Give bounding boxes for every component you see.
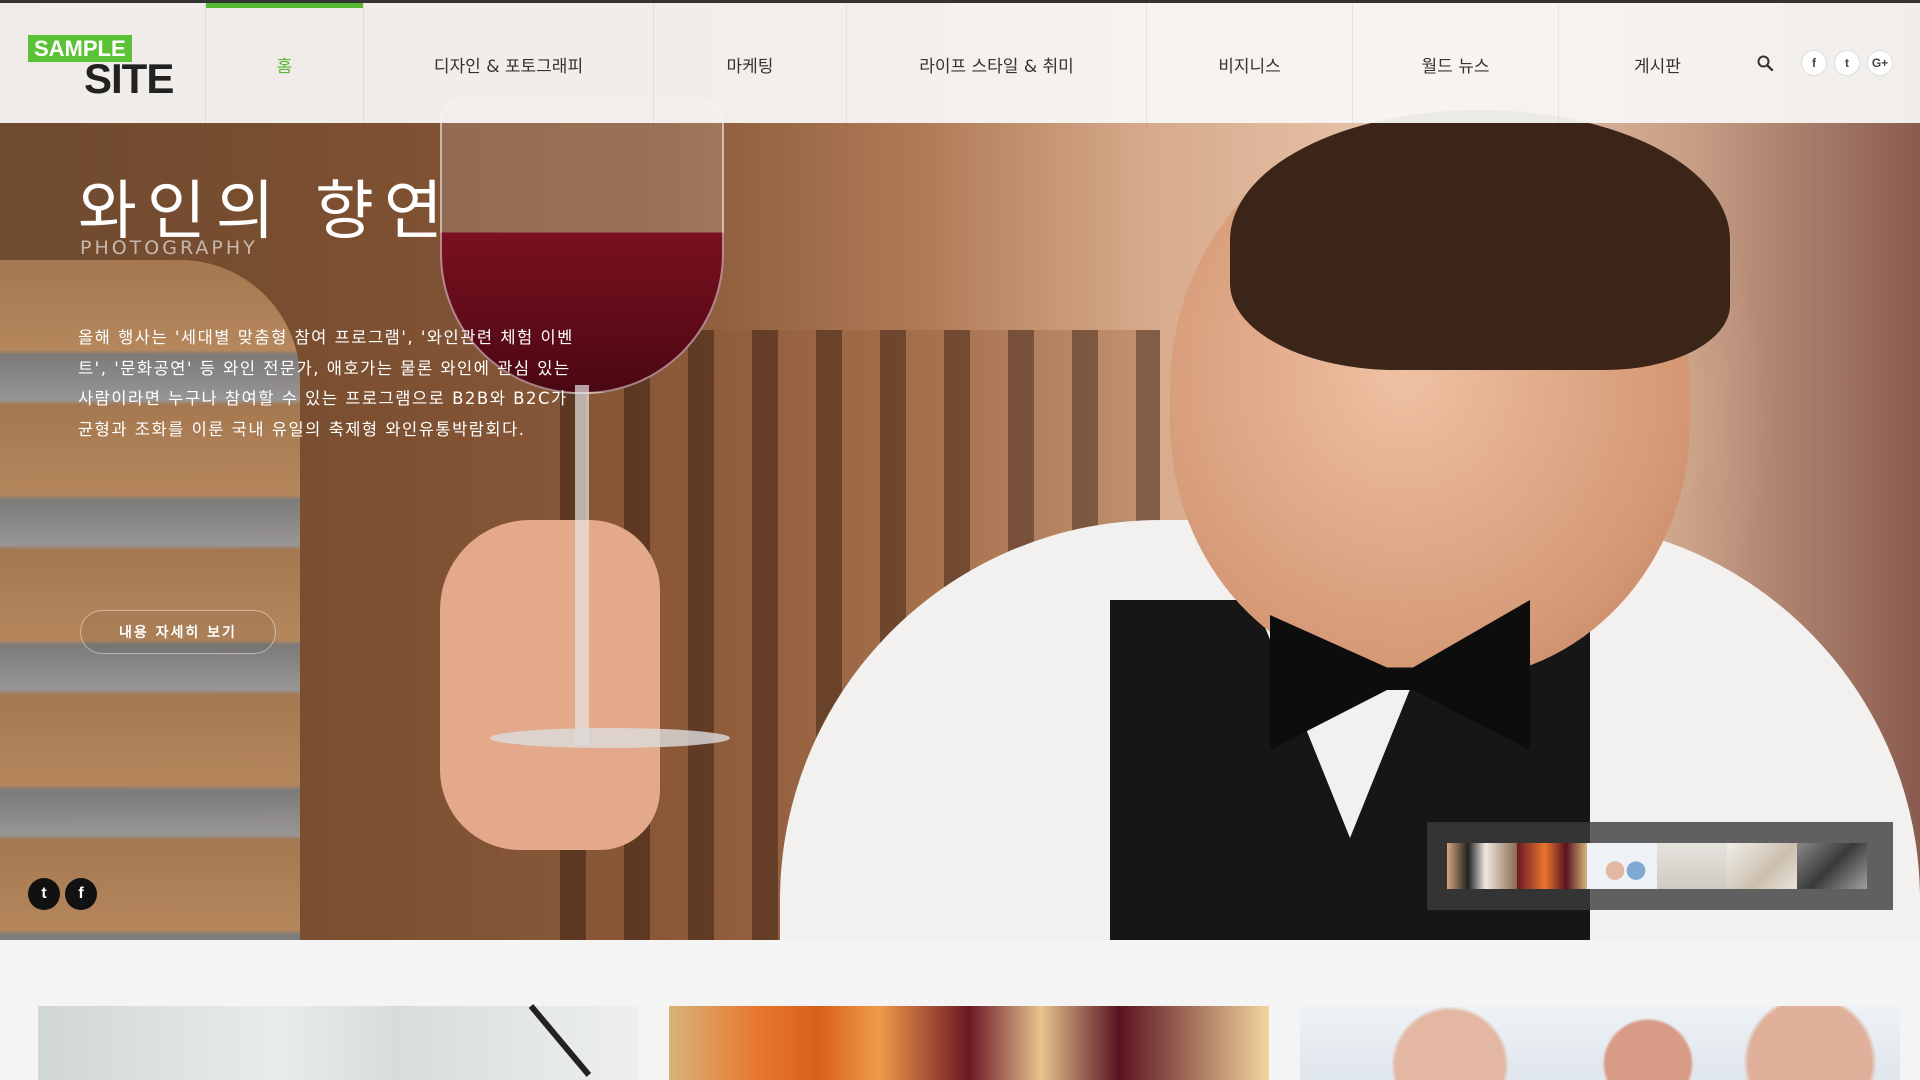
hero-share: t f: [28, 878, 97, 910]
logo-site-text: SITE: [84, 55, 174, 102]
twitter-icon[interactable]: t: [1834, 50, 1860, 76]
site-logo[interactable]: SAMPLE SITE: [28, 35, 178, 105]
slider-thumbnails: [1427, 822, 1893, 910]
site-header: SAMPLE SITE 홈 디자인 & 포토그래피 마케팅 라이프 스타일 & …: [0, 0, 1920, 126]
google-plus-icon[interactable]: G+: [1867, 50, 1893, 76]
facebook-icon[interactable]: f: [65, 878, 97, 910]
nav-item-world-news[interactable]: 월드 뉴스: [1352, 3, 1558, 126]
nav-item-design-photography[interactable]: 디자인 & 포토그래피: [363, 3, 653, 126]
post-card-image[interactable]: [1300, 1006, 1900, 1080]
post-card-image[interactable]: [669, 1006, 1269, 1080]
facebook-icon[interactable]: f: [1801, 50, 1827, 76]
read-more-button[interactable]: 내용 자세히 보기: [80, 610, 276, 654]
nav-item-board[interactable]: 게시판: [1558, 3, 1756, 126]
header-tools: f t G+: [1752, 50, 1893, 76]
thumbnail-3[interactable]: [1587, 843, 1657, 889]
post-card-image[interactable]: [38, 1006, 638, 1080]
hero-subtitle: PHOTOGRAPHY: [80, 237, 258, 259]
thumbnail-6[interactable]: [1797, 843, 1867, 889]
man-hair: [1230, 110, 1730, 370]
nav-item-lifestyle[interactable]: 라이프 스타일 & 취미: [846, 3, 1146, 126]
thumbnail-5[interactable]: [1727, 843, 1797, 889]
wine-glass-base: [490, 728, 730, 748]
thumbnail-1[interactable]: [1447, 843, 1517, 889]
main-nav: 홈 디자인 & 포토그래피 마케팅 라이프 스타일 & 취미 비지니스 월드 뉴…: [205, 3, 1756, 126]
thumbnail-4[interactable]: [1657, 843, 1727, 889]
search-icon[interactable]: [1752, 50, 1778, 76]
nav-item-business[interactable]: 비지니스: [1146, 3, 1352, 126]
hero-slider: 와인의 향연 PHOTOGRAPHY 올해 행사는 '세대별 맞춤형 참여 프로…: [0, 0, 1920, 940]
thumbnail-2[interactable]: [1517, 843, 1587, 889]
twitter-icon[interactable]: t: [28, 878, 60, 910]
nav-item-marketing[interactable]: 마케팅: [653, 3, 846, 126]
hero-description: 올해 행사는 '세대별 맞춤형 참여 프로그램', '와인관련 체험 이벤트',…: [78, 328, 574, 439]
hand: [440, 520, 660, 850]
post-cards: [38, 1006, 1900, 1080]
nav-item-home[interactable]: 홈: [205, 3, 363, 126]
